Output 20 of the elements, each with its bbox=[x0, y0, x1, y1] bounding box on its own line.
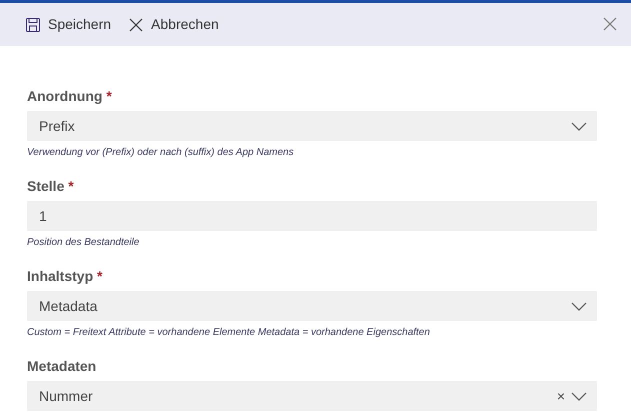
close-icon bbox=[129, 18, 144, 32]
field-label: Stelle * bbox=[27, 177, 75, 196]
save-icon bbox=[26, 18, 40, 32]
text-field[interactable]: 1 bbox=[27, 201, 597, 231]
chevron-down-icon bbox=[571, 392, 587, 400]
cancel-button[interactable]: Abbrechen bbox=[129, 14, 227, 35]
chevron-down-icon bbox=[571, 122, 587, 130]
field-label: Anordnung * bbox=[27, 87, 113, 106]
help-text: Position des Bestandteile bbox=[27, 236, 140, 250]
chevron-down-icon bbox=[571, 302, 587, 310]
dropdown[interactable]: Metadata bbox=[27, 291, 597, 321]
combo-box[interactable]: Nummer × bbox=[27, 381, 597, 411]
field-label: Inhaltstyp * bbox=[27, 267, 104, 286]
save-button[interactable]: Speichern bbox=[26, 14, 120, 35]
help-text: Custom = Freitext Attribute = vorhandene Elemente Metadata = vorhandene Eigenschaften bbox=[27, 326, 431, 340]
dropdown[interactable]: Prefix bbox=[27, 111, 597, 141]
help-text: Verwendung vor (Prefix) oder nach (suffix) des App Namens bbox=[27, 146, 295, 160]
field-label: Metadaten bbox=[27, 357, 98, 376]
close-icon bbox=[603, 17, 617, 32]
clear-button[interactable]: × bbox=[550, 386, 571, 406]
